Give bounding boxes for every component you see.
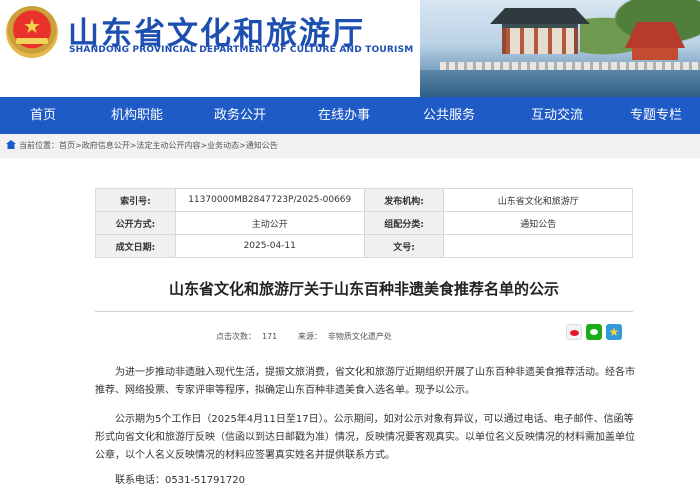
index-label: 索引号: bbox=[95, 188, 176, 212]
category-value: 通知公告 bbox=[443, 211, 633, 235]
title-divider bbox=[95, 311, 633, 312]
main-nav: 首页 机构职能 政务公开 在线办事 公共服务 互动交流 专题专栏 bbox=[0, 97, 700, 134]
date-value: 2025-04-11 bbox=[174, 234, 365, 258]
table-row: 索引号: 11370000MB2847723P/2025-00669 发布机构:… bbox=[95, 188, 633, 212]
nav-item-special-topics[interactable]: 专题专栏 bbox=[612, 97, 700, 134]
publisher-label: 发布机构: bbox=[363, 188, 445, 212]
home-icon bbox=[6, 140, 16, 149]
qzone-share-icon[interactable]: ★ bbox=[606, 324, 622, 340]
nav-item-gov-info[interactable]: 政务公开 bbox=[188, 97, 292, 134]
site-subtitle: SHANDONG PROVINCIAL DEPARTMENT OF CULTUR… bbox=[69, 45, 414, 55]
breadcrumb: 当前位置：首页>政府信息公开>法定主动公开内容>业务动态>通知公告 bbox=[0, 134, 700, 158]
index-value: 11370000MB2847723P/2025-00669 bbox=[174, 188, 365, 212]
national-emblem-icon: ★ bbox=[6, 6, 58, 58]
header-banner-image bbox=[420, 0, 700, 97]
date-label: 成文日期: bbox=[95, 234, 176, 258]
article-paragraph: 公示期为5个工作日（2025年4月11日至17日）。公示期间，如对公示对象有异议… bbox=[95, 414, 635, 461]
table-row: 成文日期: 2025-04-11 文号: bbox=[95, 234, 633, 258]
article-info: 点击次数： 171 来源： 非物质文化遗产处 bbox=[216, 331, 398, 342]
nav-item-online-service[interactable]: 在线办事 bbox=[292, 97, 396, 134]
nav-item-institution[interactable]: 机构职能 bbox=[86, 97, 188, 134]
nav-item-interaction[interactable]: 互动交流 bbox=[502, 97, 612, 134]
breadcrumb-path[interactable]: 首页>政府信息公开>法定主动公开内容>业务动态>通知公告 bbox=[59, 141, 278, 150]
docno-label: 文号: bbox=[363, 234, 445, 258]
article-title: 山东省文化和旅游厅关于山东百种非遗美食推荐名单的公示 bbox=[168, 280, 559, 298]
document-meta-table: 索引号: 11370000MB2847723P/2025-00669 发布机构:… bbox=[95, 188, 633, 258]
category-label: 组配分类: bbox=[363, 211, 445, 235]
source-label: 来源： bbox=[297, 332, 322, 341]
clicks-value: 171 bbox=[262, 332, 278, 341]
table-row: 公开方式: 主动公开 组配分类: 通知公告 bbox=[95, 211, 633, 235]
article-paragraph: 为进一步推动非遗融入现代生活，提振文旅消费，省文化和旅游厅近期组织开展了山东百种… bbox=[95, 367, 635, 396]
contact-phone: 联系电话：0531-51791720 bbox=[115, 475, 245, 486]
nav-item-home[interactable]: 首页 bbox=[0, 97, 86, 134]
clicks-label: 点击次数： bbox=[216, 332, 256, 341]
breadcrumb-prefix: 当前位置： bbox=[19, 141, 59, 150]
nav-item-public-service[interactable]: 公共服务 bbox=[396, 97, 502, 134]
wechat-share-icon[interactable] bbox=[586, 324, 602, 340]
weibo-share-icon[interactable] bbox=[566, 324, 582, 340]
method-value: 主动公开 bbox=[174, 211, 365, 235]
share-bar: ★ bbox=[566, 324, 622, 340]
publisher-value: 山东省文化和旅游厅 bbox=[443, 188, 633, 212]
site-header: ★ 山东省文化和旅游厅 SHANDONG PROVINCIAL DEPARTME… bbox=[0, 0, 700, 97]
method-label: 公开方式: bbox=[95, 211, 176, 235]
source-value: 非物质文化遗产处 bbox=[327, 332, 392, 341]
docno-value bbox=[443, 234, 633, 258]
